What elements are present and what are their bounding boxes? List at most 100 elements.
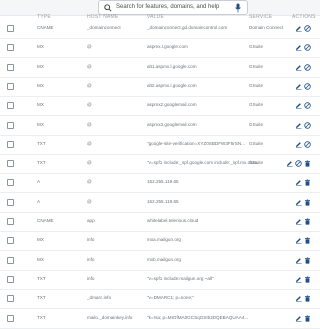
edit-icon[interactable] (295, 315, 302, 322)
row-checkbox[interactable] (7, 44, 14, 52)
record-value: mxa.mailgun.org (147, 237, 181, 243)
table-row: TXT @ "google-site-verification=XYZ0SBDFW3… (0, 136, 320, 155)
table-row: MX @ alt1.aspmx.l.google.com GSuite (0, 59, 320, 78)
record-type: CNAME (37, 218, 54, 223)
record-service: Domain Connect (249, 25, 284, 30)
row-checkbox[interactable] (7, 102, 14, 110)
delete-icon[interactable] (304, 315, 311, 322)
record-value: "v=spf1 include:mailgun.org ~all" (147, 275, 214, 281)
row-checkbox[interactable] (7, 82, 14, 90)
search-box[interactable]: Search for features, domains, and help (98, 0, 248, 15)
record-value: "k=rsa; p=MIGfMA0GCSqGSIb3DQEBAQUAA4... (147, 314, 249, 320)
block-icon[interactable] (304, 141, 311, 148)
edit-icon[interactable] (295, 141, 302, 148)
edit-icon[interactable] (286, 160, 293, 167)
edit-icon[interactable] (295, 257, 302, 264)
row-checkbox[interactable] (7, 256, 14, 264)
table-row: TXT info "v=spf1 include:mailgun.org ~all" (0, 271, 320, 290)
record-type: MX (37, 82, 44, 88)
row-checkbox[interactable] (7, 237, 14, 245)
edit-icon[interactable] (295, 83, 302, 90)
delete-icon[interactable] (304, 237, 311, 244)
record-host: @ (87, 82, 92, 88)
row-checkbox[interactable] (7, 25, 14, 32)
table-row: MX @ aspmx.l.google.com GSuite (0, 39, 320, 59)
edit-icon[interactable] (295, 102, 302, 110)
edit-icon[interactable] (295, 64, 302, 71)
record-host: _dmarc.info (87, 295, 112, 301)
record-type: MX (37, 44, 44, 50)
record-service: GSuite (249, 140, 264, 146)
record-service: GSuite (249, 82, 264, 88)
row-checkbox[interactable] (7, 275, 14, 283)
edit-icon[interactable] (295, 237, 302, 245)
record-type: MX (37, 121, 44, 127)
record-value: _domainconnect.gd.domaincontrol.com (147, 25, 228, 30)
record-type: TXT (37, 275, 46, 281)
edit-icon[interactable] (295, 199, 302, 206)
edit-icon[interactable] (295, 25, 302, 32)
table-row: TXT mailo._domainkey.info "k=rsa; p=MIGfMA… (0, 310, 320, 329)
record-value: "v=spf1 include:_spf.google.com include:… (147, 160, 257, 166)
table-row: MX @ aspmx3.googlemail.com GSuite (0, 117, 320, 136)
table-row: TXT @ "v=spf1 include:_spf.google.com incl… (0, 155, 320, 175)
table-row: MX info mxa.mailgun.org (0, 232, 320, 252)
row-checkbox[interactable] (7, 218, 14, 225)
block-icon[interactable] (295, 160, 302, 167)
table-row: MX @ aspmx2.googlemail.com GSuite (0, 97, 320, 117)
record-service: GSuite (249, 44, 264, 50)
record-value: whitelabel.telerious.cloud (147, 218, 199, 223)
record-value: mxb.mailgun.org (147, 256, 181, 262)
edit-icon[interactable] (295, 122, 302, 129)
table-row: MX info mxb.mailgun.org (0, 252, 320, 271)
block-icon[interactable] (304, 83, 311, 90)
block-icon[interactable] (304, 44, 311, 51)
record-value: alt1.aspmx.l.google.com (147, 63, 197, 69)
record-host: @ (87, 121, 92, 127)
record-host: _domainconnect (87, 25, 121, 30)
delete-icon[interactable] (304, 218, 311, 225)
row-checkbox[interactable] (7, 179, 14, 187)
record-value: aspmx3.googlemail.com (147, 121, 197, 127)
record-service: GSuite (249, 63, 264, 69)
delete-icon[interactable] (304, 295, 311, 302)
edit-icon[interactable] (295, 276, 302, 283)
record-value: "google-site-verification=XYZ0SBDFW3F5rS… (147, 140, 246, 146)
row-checkbox[interactable] (7, 121, 14, 129)
edit-icon[interactable] (295, 179, 302, 187)
delete-icon[interactable] (304, 276, 311, 283)
edit-icon[interactable] (295, 44, 302, 52)
microphone-icon[interactable] (235, 3, 241, 13)
row-checkbox[interactable] (7, 314, 14, 322)
delete-icon[interactable] (304, 160, 311, 167)
search-icon (104, 4, 112, 12)
record-host: app (87, 218, 95, 223)
record-value: 162.255.119.65 (147, 198, 179, 204)
delete-icon[interactable] (304, 199, 311, 206)
record-type: TXT (37, 140, 46, 146)
block-icon[interactable] (304, 25, 311, 32)
delete-icon[interactable] (304, 257, 311, 264)
row-checkbox[interactable] (7, 295, 14, 303)
record-host: mailo._domainkey.info (87, 314, 133, 320)
record-host: info (87, 275, 95, 281)
record-service: GSuite (249, 160, 264, 166)
record-host: @ (87, 179, 92, 185)
record-host: @ (87, 198, 92, 204)
record-host: @ (87, 140, 92, 146)
block-icon[interactable] (304, 102, 311, 109)
record-value: alt2.aspmx.l.google.com (147, 82, 197, 88)
block-icon[interactable] (304, 121, 311, 129)
edit-icon[interactable] (295, 218, 302, 225)
block-icon[interactable] (304, 63, 311, 71)
row-checkbox[interactable] (7, 160, 14, 168)
edit-icon[interactable] (295, 295, 302, 303)
row-checkbox[interactable] (7, 140, 14, 148)
record-host: @ (87, 63, 92, 69)
row-checkbox[interactable] (7, 198, 14, 206)
table-row: CNAME _domainconnect _domainconnect.gd.dom… (0, 20, 320, 39)
row-checkbox[interactable] (7, 63, 14, 71)
search-input[interactable]: Search for features, domains, and help (116, 4, 219, 10)
delete-icon[interactable] (304, 179, 311, 186)
table-row: A @162.255.119.65 (0, 194, 320, 213)
